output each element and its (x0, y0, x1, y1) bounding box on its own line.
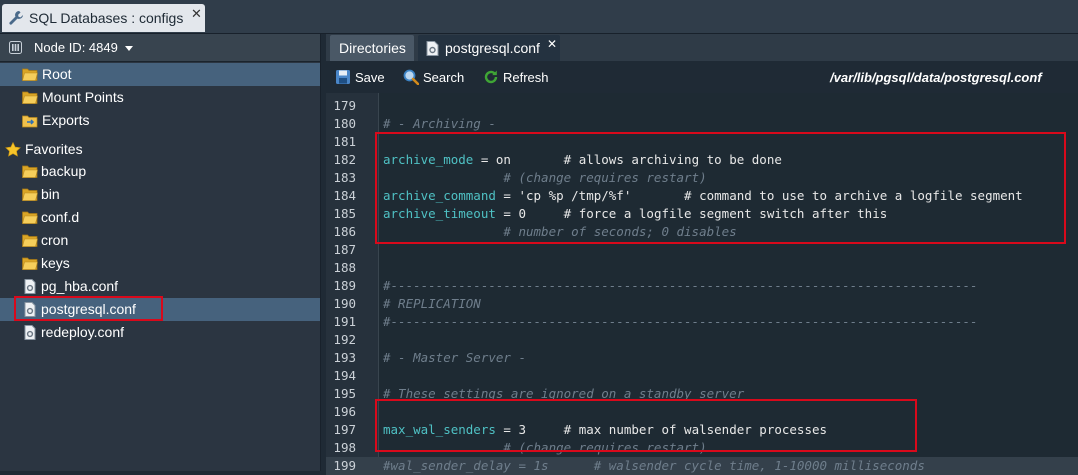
window-tab-title: SQL Databases : configs (29, 10, 184, 26)
line-number: 196 (333, 404, 356, 419)
code-text: # - Master Server - (383, 350, 526, 365)
tree-item[interactable]: cron (0, 229, 320, 252)
code-text: #wal_sender_delay = 1s # walsender cycle… (383, 458, 925, 473)
folder-open-icon (22, 210, 38, 225)
tree-item[interactable]: Favorites (0, 138, 320, 161)
line-number: 186 (333, 224, 356, 239)
star-icon (5, 141, 21, 157)
code-line: 179 (326, 97, 1078, 115)
tree-item-label: Mount Points (42, 89, 124, 105)
line-number: 179 (333, 98, 356, 113)
code-line: 194 (326, 367, 1078, 385)
folder-open-icon (22, 90, 38, 105)
tree-item-label: cron (41, 232, 69, 248)
code-line: 191 #------------------------------------… (326, 313, 1078, 331)
refresh-icon (484, 70, 498, 84)
save-icon (336, 70, 350, 84)
node-id-label: Node ID: 4849 (34, 40, 118, 55)
line-number: 193 (333, 350, 356, 365)
tree-item[interactable]: keys (0, 252, 320, 275)
tree-item[interactable]: pg_hba.conf (0, 275, 320, 298)
save-label: Save (355, 70, 385, 85)
code-text: # REPLICATION (383, 296, 481, 311)
tree-item[interactable]: Exports (0, 109, 320, 132)
line-number: 187 (333, 242, 356, 257)
line-number: 185 (333, 206, 356, 221)
chevron-down-icon[interactable] (125, 46, 133, 51)
file-tree-panel: Node ID: 4849 Root Mount Points Exports Fav… (0, 34, 321, 471)
tree-item[interactable]: Mount Points (0, 86, 320, 109)
tab-postgresql-conf[interactable]: postgresql.conf ✕ (418, 35, 560, 61)
line-number: 180 (333, 116, 356, 131)
exports-icon (22, 113, 38, 128)
node-icon (9, 41, 22, 54)
line-number: 181 (333, 134, 356, 149)
window-tab-sql-databases[interactable]: SQL Databases : configs ✕ (2, 4, 205, 32)
archiving-settings-highlight (375, 132, 1066, 244)
code-line: 188 (326, 259, 1078, 277)
code-text: # - Archiving - (383, 116, 496, 131)
code-text: #---------------------------------------… (383, 278, 978, 293)
folder-open-icon (22, 67, 38, 82)
window-tab-bar: SQL Databases : configs ✕ (0, 0, 1078, 34)
selected-file-highlight (14, 296, 163, 321)
tree-item-label: Favorites (25, 141, 83, 157)
folder-open-icon (22, 164, 38, 179)
config-file-icon (22, 325, 38, 340)
line-number: 194 (333, 368, 356, 383)
code-line: 192 (326, 331, 1078, 349)
editor-toolbar: Save Search Refresh /var/lib/pgsql/data/… (326, 61, 1078, 94)
tree-item[interactable]: backup (0, 160, 320, 183)
search-icon (403, 69, 419, 85)
tree-item[interactable]: bin (0, 183, 320, 206)
tab-directories[interactable]: Directories (330, 35, 414, 61)
code-line: 199 #wal_sender_delay = 1s # walsender cy… (326, 457, 1078, 475)
tree-item[interactable]: Root (0, 63, 320, 86)
folder-open-icon (22, 187, 38, 202)
wal-senders-highlight (375, 399, 917, 452)
line-number: 191 (333, 314, 356, 329)
code-line: 189 #------------------------------------… (326, 277, 1078, 295)
line-number: 197 (333, 422, 356, 437)
line-number: 190 (333, 296, 356, 311)
tree-item-label: conf.d (41, 209, 80, 225)
line-number: 199 (333, 458, 356, 473)
tree-item-label: Exports (42, 112, 90, 128)
code-line: 190 # REPLICATION (326, 295, 1078, 313)
config-file-icon (22, 279, 38, 294)
line-number: 198 (333, 440, 356, 455)
search-label: Search (423, 70, 465, 85)
line-number: 183 (333, 170, 356, 185)
close-icon[interactable]: ✕ (191, 6, 202, 22)
line-number: 195 (333, 386, 356, 401)
folder-open-icon (22, 233, 38, 248)
tab-directories-label: Directories (339, 40, 406, 56)
refresh-label: Refresh (503, 70, 549, 85)
tab-postgresql-conf-label: postgresql.conf (445, 40, 540, 56)
code-text: #---------------------------------------… (383, 314, 978, 329)
line-number: 182 (333, 152, 356, 167)
tree-item-label: backup (41, 163, 87, 179)
editor-tabs: Directories postgresql.conf ✕ (326, 34, 1078, 61)
line-number: 188 (333, 260, 356, 275)
line-number: 189 (333, 278, 356, 293)
folder-open-icon (22, 256, 38, 271)
line-number: 184 (333, 188, 356, 203)
tree-item-label: Root (42, 66, 72, 82)
config-file-icon (426, 41, 439, 56)
file-path: /var/lib/pgsql/data/postgresql.conf (830, 70, 1042, 85)
code-line: 180 # - Archiving - (326, 115, 1078, 133)
close-icon[interactable]: ✕ (547, 37, 557, 51)
tree-item[interactable]: conf.d (0, 206, 320, 229)
node-selector[interactable]: Node ID: 4849 (0, 34, 320, 62)
tree-item-label: keys (41, 255, 70, 271)
tree-item[interactable]: redeploy.conf (0, 321, 320, 344)
tree-item-label: bin (41, 186, 60, 202)
line-number: 192 (333, 332, 356, 347)
tree-item-label: redeploy.conf (41, 324, 125, 340)
tree-item-label: pg_hba.conf (41, 278, 119, 294)
wrench-icon (9, 11, 23, 25)
code-line: 193 # - Master Server - (326, 349, 1078, 367)
